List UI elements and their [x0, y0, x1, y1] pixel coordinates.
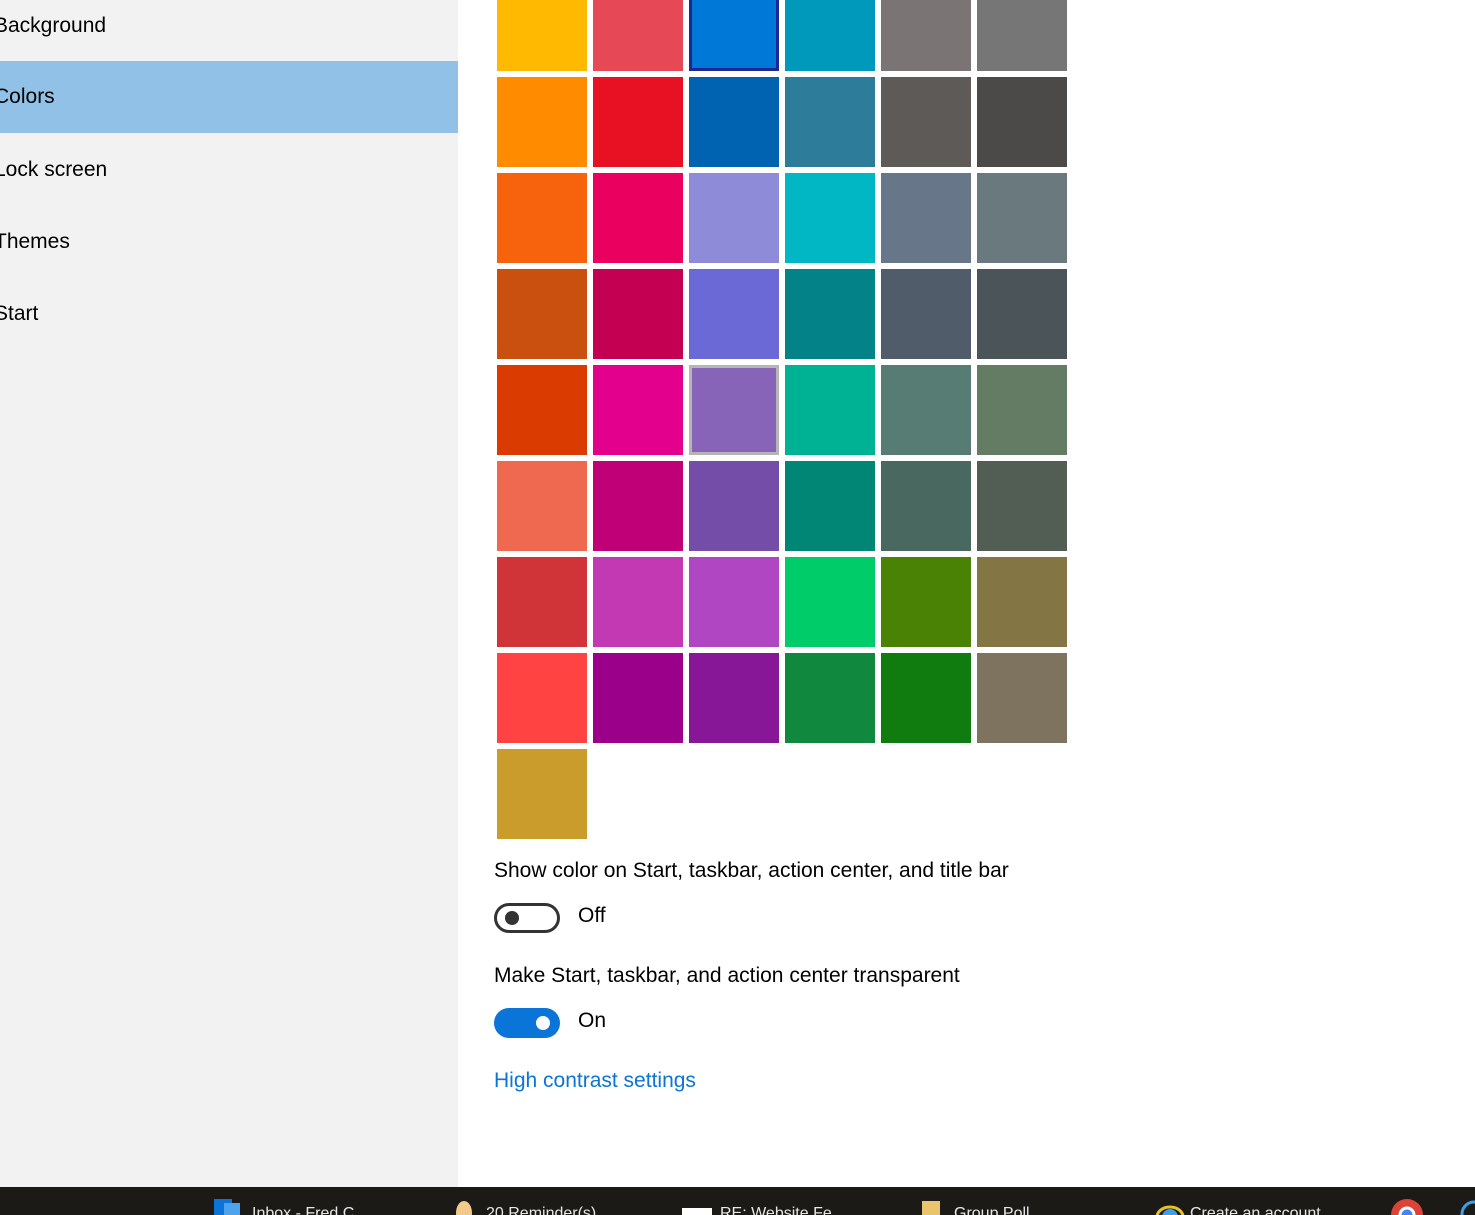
- color-swatch[interactable]: [977, 461, 1067, 551]
- color-swatch[interactable]: [593, 77, 683, 167]
- document-icon: [682, 1205, 712, 1215]
- color-swatch[interactable]: [689, 269, 779, 359]
- color-swatch[interactable]: [785, 365, 875, 455]
- toggle-knob: [505, 911, 519, 925]
- bell-icon: [454, 1199, 480, 1215]
- color-swatch[interactable]: [593, 653, 683, 743]
- transparent-toggle[interactable]: [494, 1008, 560, 1038]
- color-swatch[interactable]: [785, 269, 875, 359]
- show-color-label: Show color on Start, taskbar, action cen…: [494, 859, 1009, 882]
- chrome-icon: [1390, 1198, 1423, 1215]
- color-swatch[interactable]: [977, 77, 1067, 167]
- folder-icon: [920, 1199, 946, 1215]
- taskbar-item-document[interactable]: RE: Website Fe...: [682, 1187, 882, 1215]
- color-swatch[interactable]: [785, 77, 875, 167]
- taskbar-item-folder[interactable]: Group Poll...: [920, 1187, 1120, 1215]
- color-swatch[interactable]: [977, 173, 1067, 263]
- toggle-knob: [536, 1016, 550, 1030]
- color-swatch[interactable]: [689, 365, 779, 455]
- color-swatch[interactable]: [497, 557, 587, 647]
- sidebar-item-label: Themes: [0, 230, 70, 253]
- sidebar-item-start[interactable]: Start: [0, 278, 458, 350]
- color-swatch[interactable]: [785, 0, 875, 71]
- taskbar-item-label: RE: Website Fe...: [720, 1205, 846, 1215]
- taskbar-item-chrome[interactable]: [1390, 1187, 1430, 1215]
- color-swatch[interactable]: [593, 557, 683, 647]
- high-contrast-settings-link[interactable]: High contrast settings: [494, 1069, 696, 1093]
- color-swatch[interactable]: [785, 173, 875, 263]
- show-color-state: Off: [578, 904, 606, 927]
- taskbar-item-overflow[interactable]: [1460, 1187, 1475, 1215]
- color-swatch[interactable]: [689, 557, 779, 647]
- taskbar-item-label: Group Poll...: [954, 1205, 1043, 1215]
- sidebar-item-label: Colors: [0, 85, 55, 108]
- color-swatch[interactable]: [593, 461, 683, 551]
- color-swatch[interactable]: [497, 77, 587, 167]
- taskbar-item-internet-explorer[interactable]: Create an account: [1154, 1187, 1354, 1215]
- sidebar-item-lock-screen[interactable]: Lock screen: [0, 134, 458, 206]
- color-swatch[interactable]: [881, 0, 971, 71]
- color-swatch[interactable]: [977, 365, 1067, 455]
- sidebar-item-label: Background: [0, 14, 107, 37]
- color-swatch[interactable]: [977, 0, 1067, 71]
- taskbar-item-label: Inbox - Fred C...: [252, 1205, 368, 1215]
- color-swatch[interactable]: [881, 461, 971, 551]
- color-swatch[interactable]: [689, 77, 779, 167]
- color-swatch[interactable]: [785, 557, 875, 647]
- color-swatch[interactable]: [497, 365, 587, 455]
- transparent-label: Make Start, taskbar, and action center t…: [494, 964, 960, 987]
- color-swatch[interactable]: [881, 557, 971, 647]
- taskbar-item-label: Create an account: [1190, 1205, 1321, 1215]
- taskbar-item-outlook[interactable]: Inbox - Fred C...: [214, 1187, 414, 1215]
- sidebar-item-label: Start: [0, 302, 39, 325]
- sidebar-item-background[interactable]: Background: [0, 0, 458, 62]
- color-swatch[interactable]: [977, 269, 1067, 359]
- taskbar: Inbox - Fred C... 20 Reminder(s) RE: Web…: [0, 1187, 1475, 1215]
- color-swatch[interactable]: [689, 0, 779, 71]
- sidebar-item-themes[interactable]: Themes: [0, 206, 458, 278]
- color-swatch[interactable]: [881, 653, 971, 743]
- color-swatch[interactable]: [593, 173, 683, 263]
- color-swatch[interactable]: [785, 461, 875, 551]
- taskbar-item-label: 20 Reminder(s): [486, 1205, 597, 1215]
- internet-explorer-icon: [1154, 1199, 1185, 1215]
- color-swatch[interactable]: [977, 557, 1067, 647]
- color-swatch[interactable]: [689, 173, 779, 263]
- color-swatch[interactable]: [497, 653, 587, 743]
- color-swatch[interactable]: [881, 269, 971, 359]
- sidebar-item-label: Lock screen: [0, 158, 108, 181]
- color-swatch[interactable]: [593, 269, 683, 359]
- sidebar-item-colors[interactable]: Colors: [0, 61, 458, 133]
- app-icon: [1460, 1200, 1475, 1215]
- color-swatch[interactable]: [497, 461, 587, 551]
- color-swatch[interactable]: [785, 653, 875, 743]
- taskbar-item-reminders[interactable]: 20 Reminder(s): [454, 1187, 654, 1215]
- color-swatch[interactable]: [689, 653, 779, 743]
- show-color-toggle[interactable]: [494, 903, 560, 933]
- color-swatch[interactable]: [497, 269, 587, 359]
- color-swatch[interactable]: [593, 0, 683, 71]
- transparent-state: On: [578, 1009, 607, 1032]
- outlook-icon: [214, 1199, 240, 1215]
- color-swatch[interactable]: [497, 0, 587, 71]
- color-swatch[interactable]: [689, 461, 779, 551]
- color-swatch[interactable]: [497, 749, 587, 839]
- color-swatch[interactable]: [977, 653, 1067, 743]
- color-swatch[interactable]: [881, 77, 971, 167]
- color-swatch[interactable]: [497, 173, 587, 263]
- color-swatch[interactable]: [593, 365, 683, 455]
- settings-sidebar: Background Colors Lock screen Themes Sta…: [0, 0, 458, 1187]
- color-swatch[interactable]: [881, 173, 971, 263]
- color-swatch[interactable]: [881, 365, 971, 455]
